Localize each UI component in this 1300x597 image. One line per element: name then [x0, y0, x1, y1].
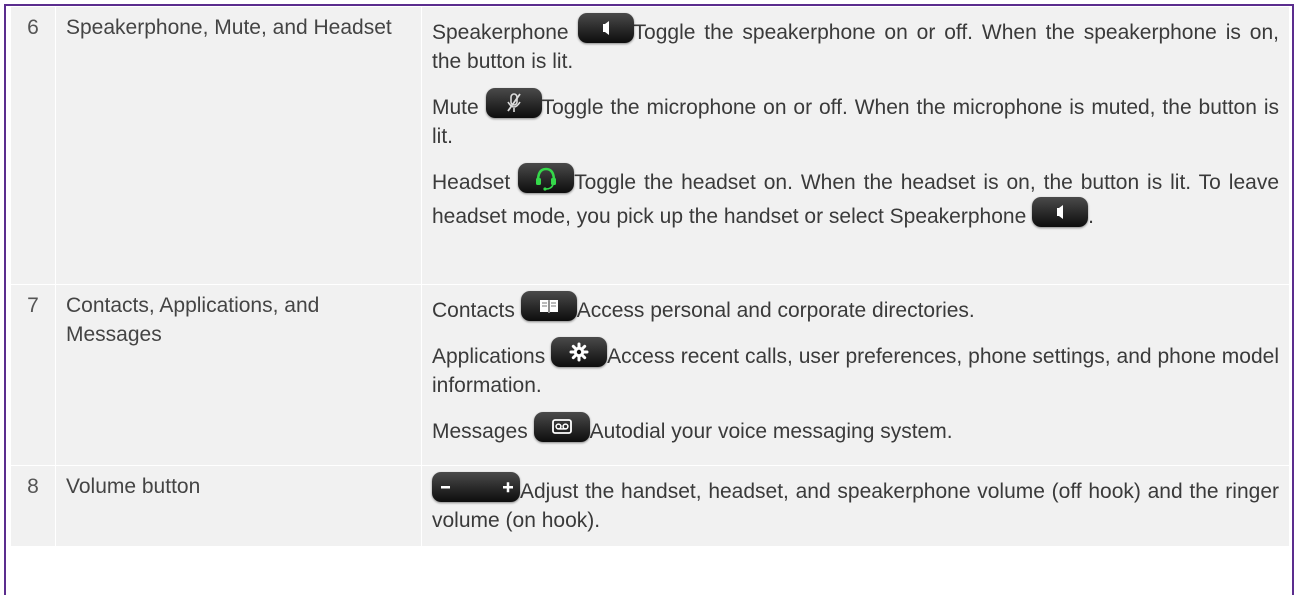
volume-description: Adjust the handset, headset, and speaker… — [432, 472, 1279, 535]
table-row: 7 Contacts, Applications, and Messages C… — [10, 284, 1290, 466]
speakerphone-description: Speakerphone Toggle the speakerphone on … — [432, 13, 1279, 76]
feature-name: Speakerphone, Mute, and Headset — [55, 6, 422, 285]
table-row: 6 Speakerphone, Mute, and Headset Speake… — [10, 6, 1290, 285]
item-name: Contacts — [432, 299, 515, 322]
item-name: Speakerphone — [432, 21, 569, 44]
table-row: 8 Volume button Adjust the handset, head… — [10, 465, 1290, 547]
book-icon — [520, 291, 577, 321]
speaker-icon — [577, 13, 634, 43]
row-number: 7 — [10, 284, 56, 466]
headset-description: Headset Toggle the headset on. When the … — [432, 163, 1279, 231]
gear-icon — [551, 337, 608, 367]
voicemail-icon — [533, 412, 590, 442]
feature-description: Adjust the handset, headset, and speaker… — [421, 465, 1290, 547]
headset-icon — [518, 163, 575, 193]
feature-name: Volume button — [55, 465, 422, 547]
contacts-description: Contacts Access personal and corporate d… — [432, 291, 1279, 325]
table-spacer — [10, 546, 1290, 595]
row-number: 8 — [10, 465, 56, 547]
item-name: Applications — [432, 345, 546, 368]
item-name: Speakerphone — [889, 205, 1027, 228]
row-number: 6 — [10, 6, 56, 285]
phone-buttons-table: 6 Speakerphone, Mute, and Headset Speake… — [10, 6, 1290, 595]
applications-description: Applications Access recent calls, user p… — [432, 337, 1279, 400]
mute-microphone-icon — [485, 88, 542, 118]
item-name: Headset — [432, 171, 511, 194]
feature-description: Contacts Access personal and corporate d… — [421, 284, 1290, 466]
feature-description: Speakerphone Toggle the speakerphone on … — [421, 6, 1290, 285]
item-text: Autodial your voice messaging system. — [589, 420, 953, 443]
item-text: Access personal and corporate directorie… — [576, 299, 975, 322]
item-name: Mute — [432, 96, 479, 119]
item-text: Adjust the handset, headset, and speaker… — [432, 480, 1279, 532]
messages-description: Messages Autodial your voice messaging s… — [432, 412, 1279, 446]
volume-rocker-icon — [432, 472, 520, 502]
feature-name: Contacts, Applications, and Messages — [55, 284, 422, 466]
mute-description: Mute Toggle the microphone on or off. Wh… — [432, 88, 1279, 151]
item-text: Toggle the microphone on or off. When th… — [432, 96, 1279, 148]
trailing-punctuation: . — [1088, 205, 1094, 228]
item-name: Messages — [432, 420, 528, 443]
speaker-icon — [1032, 197, 1089, 227]
